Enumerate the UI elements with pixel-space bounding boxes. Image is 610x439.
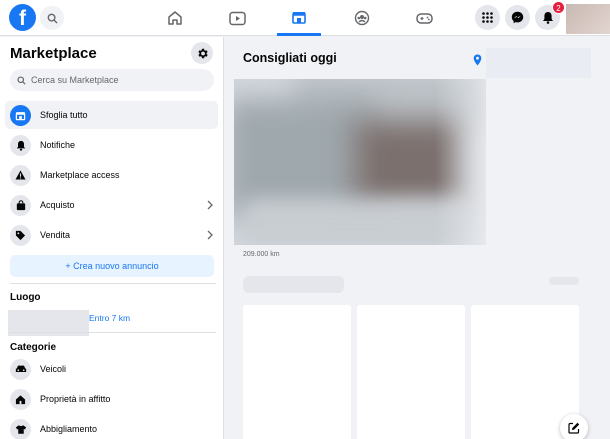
category-label: Veicoli xyxy=(40,364,67,374)
location-radius-link[interactable]: Entro 7 km xyxy=(89,313,130,323)
settings-button[interactable] xyxy=(191,42,213,64)
shopping-bag-icon xyxy=(10,194,31,216)
create-listing-button[interactable]: + Crea nuovo annuncio xyxy=(10,255,214,277)
sidebar-item-label: Sfoglia tutto xyxy=(40,110,88,120)
main-feed: Consigliati oggi 209.000 km xyxy=(225,37,610,439)
warning-icon xyxy=(10,164,31,186)
divider xyxy=(10,283,216,284)
loading-card xyxy=(357,305,465,439)
divider xyxy=(10,332,216,333)
nav-groups[interactable] xyxy=(340,0,384,36)
category-label: Abbigliamento xyxy=(40,424,98,434)
gear-icon xyxy=(197,48,208,58)
home-icon xyxy=(168,11,182,25)
nav-home[interactable] xyxy=(153,0,197,36)
storefront-icon xyxy=(10,104,31,126)
loading-card xyxy=(243,305,351,439)
compose-icon xyxy=(568,422,580,434)
messenger-icon xyxy=(511,11,524,24)
sidebar-item-buying[interactable]: Acquisto xyxy=(5,191,218,219)
nav-gaming[interactable] xyxy=(402,0,446,36)
category-item-vehicles[interactable]: Veicoli xyxy=(5,356,218,382)
marketplace-icon xyxy=(292,11,306,24)
grid-menu-icon xyxy=(482,12,493,23)
marketplace-sidebar: Marketplace Sfoglia tutto Notifiche Mark… xyxy=(0,37,224,439)
search-button[interactable] xyxy=(40,6,64,30)
facebook-logo[interactable]: f xyxy=(9,4,36,31)
sidebar-item-label: Acquisto xyxy=(40,200,75,210)
sidebar-item-label: Vendita xyxy=(40,230,71,240)
video-icon xyxy=(228,11,246,25)
menu-button[interactable] xyxy=(475,5,500,30)
chevron-right-icon xyxy=(207,200,213,210)
new-message-button[interactable] xyxy=(560,414,588,439)
top-navigation-bar: f 2 xyxy=(0,0,610,36)
search-input[interactable] xyxy=(31,75,201,85)
sidebar-item-label: Marketplace access xyxy=(40,170,120,180)
location-pin-icon[interactable] xyxy=(473,54,482,66)
page-title: Consigliati oggi xyxy=(243,51,337,65)
search-icon xyxy=(47,13,57,23)
sidebar-item-label: Notifiche xyxy=(40,140,76,150)
chevron-right-icon xyxy=(207,230,213,240)
category-label: Proprietà in affitto xyxy=(40,394,111,404)
image-fade-overlay xyxy=(435,79,515,245)
location-filter-redacted[interactable] xyxy=(486,48,591,78)
listing-subtitle: 209.000 km xyxy=(243,251,280,258)
categories-title: Categorie xyxy=(10,342,57,353)
search-icon xyxy=(17,75,26,84)
loading-placeholder xyxy=(549,277,579,285)
profile-avatar[interactable] xyxy=(566,4,610,34)
category-item-clothing[interactable]: Abbigliamento xyxy=(5,416,218,439)
notifications-button[interactable]: 2 xyxy=(535,1,565,30)
sidebar-title: Marketplace xyxy=(10,45,97,62)
bell-icon xyxy=(10,134,31,156)
sidebar-item-notifications[interactable]: Notifiche xyxy=(5,131,218,159)
price-tag-icon xyxy=(10,224,31,246)
shirt-icon xyxy=(10,418,31,439)
bell-icon xyxy=(542,12,553,24)
loading-placeholder xyxy=(243,276,344,293)
notification-count-badge: 2 xyxy=(552,1,565,14)
house-icon xyxy=(10,388,31,410)
messenger-button[interactable] xyxy=(505,5,530,30)
gaming-icon xyxy=(415,12,433,24)
category-item-rentals[interactable]: Proprietà in affitto xyxy=(5,386,218,412)
nav-video[interactable] xyxy=(215,0,259,36)
marketplace-search[interactable] xyxy=(10,69,214,91)
sidebar-item-browse-all[interactable]: Sfoglia tutto xyxy=(5,101,218,129)
car-icon xyxy=(10,358,31,380)
sidebar-item-selling[interactable]: Vendita xyxy=(5,221,218,249)
groups-icon xyxy=(354,10,370,26)
sidebar-item-marketplace-access[interactable]: Marketplace access xyxy=(5,161,218,189)
location-title: Luogo xyxy=(10,292,41,303)
nav-marketplace[interactable] xyxy=(277,0,321,36)
